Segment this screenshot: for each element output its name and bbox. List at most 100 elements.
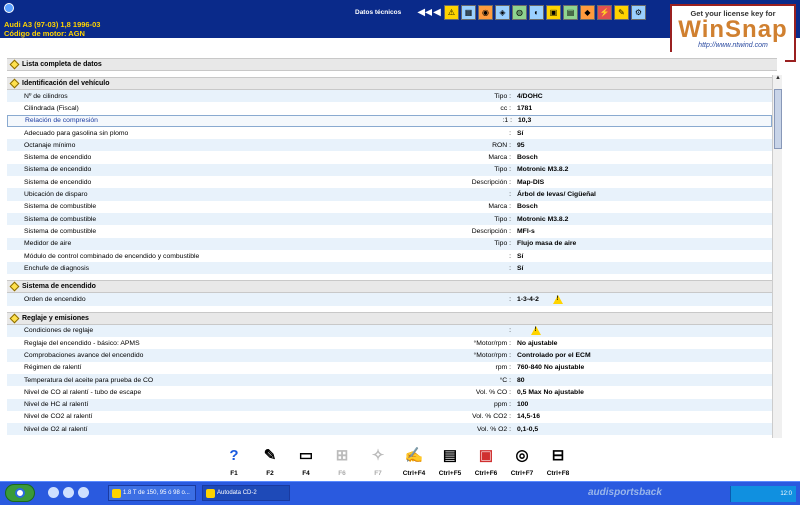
section-header[interactable]: Identificación del vehículo [7,77,777,90]
fkey-button[interactable]: ▣ Ctrl+F6 [468,442,504,482]
task-label: 1.8 T de 150, 95 ó 98 o... [123,490,190,496]
toolbar-button-icon[interactable]: ◀◀ [417,5,433,20]
data-row[interactable]: Sistema de combustible Descripción : MFI-s [7,225,772,238]
row-unit: Vol. % CO : [475,388,511,396]
data-row[interactable]: Enchufe de diagnosis: Sí [7,262,772,275]
row-value: Sí [517,264,524,272]
toolbar-button-icon[interactable]: ◈ [495,5,510,20]
browser-icon [112,489,121,498]
row-value-cell: Sí [517,265,772,272]
row-unit: ppm : [494,401,511,409]
data-row[interactable]: Sistema de encendido Marca : Bosch [7,151,772,164]
data-row[interactable]: Adecuado para gasolina sin plomo: Sí [7,126,772,140]
fkey-button[interactable]: ✎ F2 [252,442,288,482]
data-row[interactable]: Condiciones de reglaje: [7,324,772,338]
fkey-button[interactable]: ⊟ Ctrl+F8 [540,442,576,482]
data-row[interactable]: Sistema de encendido Tipo : Motronic M3.8.… [7,163,772,177]
row-value-cell: Bosch [517,154,772,161]
row-label: Sistema de combustible [24,203,97,211]
app-icon[interactable] [4,3,14,13]
row-unit: rpm : [495,364,511,372]
row-value-cell [517,326,772,336]
data-row[interactable]: Comprobaciones avance del encendido °Moto… [7,349,772,362]
data-row[interactable]: Medidor de aire Tipo : Flujo masa de aire [7,237,772,250]
scroll-up-icon[interactable]: ▲ [773,75,783,84]
fkey-button[interactable]: ◎ Ctrl+F7 [504,442,540,482]
data-row[interactable]: Módulo de control combinado de encendido… [7,249,772,263]
data-row[interactable]: Ubicación de disparo: Árbol de levas/ Cig… [7,188,772,201]
data-row[interactable]: Octanaje mínimo RON : 95 [7,139,772,152]
row-label: Nº de cilindros [24,92,68,100]
row-unit: : [509,129,511,137]
data-row[interactable]: Cilindrada (Fiscal) cc : 1781 [7,102,772,115]
row-value-cell: 14,5-16 [517,413,772,420]
row-value: 80 [517,376,525,384]
row-value-cell: 95 [517,142,772,149]
data-row[interactable]: Nivel de HC al ralentí ppm : 100 [7,398,772,411]
data-row[interactable]: Sistema de combustible Marca : Bosch [7,200,772,213]
toolbar-button-icon[interactable]: ▤ [563,5,578,20]
toolbar-button-icon[interactable]: ▦ [461,5,476,20]
scroll-thumb[interactable] [774,89,782,149]
row-unit: : [509,327,511,335]
toolbar-button-icon[interactable]: ✎ [614,5,629,20]
fkey-button[interactable]: ? F1 [216,442,252,482]
toolbar-button-icon[interactable]: ◀ [432,5,442,20]
fkey-label: Ctrl+F4 [402,470,426,477]
toolbar-button-icon[interactable]: ◐ [529,5,544,20]
data-row[interactable]: Sistema de combustible Tipo : Motronic M3.… [7,212,772,226]
row-label: Sistema de encendido [24,166,92,174]
section-title: Identificación del vehículo [22,80,110,87]
toolbar-button-icon[interactable]: ◆ [580,5,595,20]
row-label: Nivel de O2 al ralentí [24,425,88,433]
toolbar-button-icon[interactable]: ⚠ [444,5,459,20]
row-label: Nivel de HC al ralentí [24,401,89,409]
row-value-cell: 0,1-0,5 [517,426,772,433]
row-label: Nivel de CO al ralentí - tubo de escape [24,388,142,396]
row-label: Nivel de CO2 al ralentí [24,413,93,421]
row-label: Módulo de control combinado de encendido… [24,252,200,260]
start-button[interactable] [5,484,35,502]
quick-launch-icon[interactable] [63,487,74,498]
warning-icon[interactable] [531,326,541,336]
row-label: Cilindrada (Fiscal) [24,104,79,112]
data-row[interactable]: Relación de compresión:1 : 10,3 [7,114,772,127]
data-row[interactable]: Nivel de CO2 al ralentí Vol. % CO2 : 14,5-… [7,410,772,424]
section-header[interactable]: Reglaje y emisiones [7,311,777,325]
toolbar-button-icon[interactable]: ◉ [478,5,493,20]
vertical-scrollbar[interactable]: ▲ [772,75,782,438]
data-row[interactable]: Nivel de O2 al ralentí Vol. % O2 : 0,1-0,5 [7,423,772,436]
row-value: 95 [517,141,525,149]
warning-icon[interactable] [552,295,563,305]
taskbar-item-autodata[interactable]: Autodata CD-2 [202,485,290,501]
data-row[interactable]: Sistema de encendido Descripción : Map-DIS [7,176,772,189]
quick-launch-icon[interactable] [48,487,59,498]
quick-launch-icon[interactable] [78,487,89,498]
row-value-cell: Sí [517,253,772,260]
row-value: MFI-s [517,227,535,235]
data-row[interactable]: Reglaje del encendido - básico: APMS °Mot… [7,337,772,350]
toolbar-button-icon[interactable]: ⚡ [597,5,612,20]
row-unit: Tipo : [494,166,511,174]
data-row[interactable]: Nivel de CO al ralentí - tubo de escape V… [7,386,772,399]
data-row[interactable]: Temperatura del aceite para prueba de CO… [7,373,772,387]
full-list-header[interactable]: Lista completa de datos [7,58,777,71]
toolbar-button-icon[interactable]: ◍ [512,5,527,20]
row-value-cell: 0,5 Max No ajustable [517,389,772,396]
row-value-cell: 10,3 [518,117,771,124]
data-row[interactable]: Nº de cilindros Tipo : 4/DOHC [7,90,772,103]
section-header[interactable]: Sistema de encendido [7,280,777,294]
toolbar-button-icon[interactable]: ⚙ [631,5,646,20]
data-row[interactable]: Orden de encendido:1-3-4-2 [7,293,772,306]
data-row[interactable]: Régimen de ralentí rpm : 760-840 No ajusta… [7,361,772,374]
taskbar-item-browser[interactable]: 1.8 T de 150, 95 ó 98 o... [108,485,196,501]
row-unit: Tipo : [494,92,511,100]
row-unit: Marca : [488,154,511,162]
toolbar-button-icon[interactable]: ▣ [546,5,561,20]
row-value-cell: 100 [517,401,772,408]
fkey-button[interactable]: ✍ Ctrl+F4 [396,442,432,482]
fkey-button[interactable]: ▤ Ctrl+F5 [432,442,468,482]
section-title: Datos técnicos [355,9,402,16]
fkey-button[interactable]: ▭ F4 [288,442,324,482]
row-value: Motronic M3.8.2 [517,166,569,174]
